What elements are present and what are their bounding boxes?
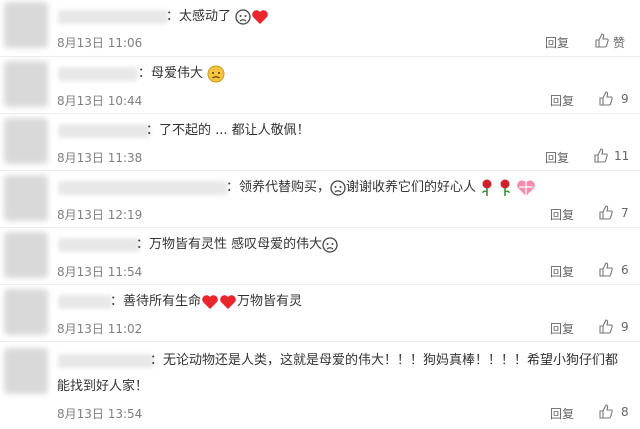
comment-body-2: 谢谢收养它们的好心人	[346, 180, 477, 195]
avatar[interactable]	[4, 2, 48, 48]
reply-button[interactable]: 回复	[550, 263, 574, 280]
comment-item: ：母爱伟大 8月13日 10:44 回复 9	[0, 57, 640, 114]
crying-face-icon	[235, 8, 251, 25]
comment-prefix: ：	[146, 123, 160, 138]
username[interactable]	[58, 124, 150, 138]
heart-icon	[252, 9, 268, 24]
avatar[interactable]	[4, 61, 48, 107]
gift-heart-icon	[517, 179, 536, 196]
rose-icon	[500, 179, 510, 196]
rose-icon	[482, 179, 492, 196]
like-icon[interactable]	[599, 319, 613, 334]
comment-body: 善待所有生命	[123, 294, 202, 309]
comment-text: ：了不起的 ... 都让人敬佩！	[146, 120, 310, 142]
reply-button[interactable]: 回复	[545, 149, 569, 166]
comment-item: ：善待所有生命 万物皆有灵 8月13日 11:02 回复 9	[0, 285, 640, 342]
comment-body: 了不起的 ... 都让人敬佩！	[159, 123, 310, 138]
comment-date: 8月13日 11:38	[57, 151, 143, 165]
username[interactable]	[58, 67, 138, 81]
comment-item: ：太感动了 8月13日 11:06 回复 赞	[0, 0, 640, 57]
like-icon[interactable]	[599, 91, 613, 106]
comment-date: 8月13日 13:54	[57, 407, 143, 421]
like-count[interactable]: 8	[621, 405, 629, 419]
comment-body-2: 万物皆有灵	[237, 294, 303, 309]
reply-button[interactable]: 回复	[550, 320, 574, 337]
like-count[interactable]: 11	[614, 149, 629, 163]
avatar[interactable]	[4, 289, 48, 335]
crying-face-icon	[330, 179, 346, 196]
comment-item: ：万物皆有灵性 感叹母爱的伟大 8月13日 11:54 回复 6	[0, 228, 640, 285]
reply-button[interactable]: 回复	[550, 92, 574, 109]
avatar[interactable]	[4, 348, 48, 394]
avatar[interactable]	[4, 118, 48, 164]
heart-icon	[220, 294, 236, 309]
comment-item: ：领养代替购买， 谢谢收养它们的好心人 8月13日 12:19 回复 7	[0, 171, 640, 228]
comment-prefix: ：	[110, 294, 124, 309]
comment-body: 领养代替购买，	[239, 180, 331, 195]
comment-prefix: ：	[150, 353, 164, 368]
comment-prefix: ：	[138, 66, 152, 81]
like-icon[interactable]	[599, 205, 613, 220]
sad-face-icon	[207, 65, 225, 82]
comment-prefix: ：	[136, 237, 150, 252]
comment-body: 万物皆有灵性 感叹母爱的伟大	[149, 237, 323, 252]
comment-text: ：万物皆有灵性 感叹母爱的伟大	[136, 234, 338, 256]
like-count[interactable]: 6	[621, 263, 629, 277]
like-icon[interactable]	[599, 262, 613, 277]
like-icon[interactable]	[599, 404, 613, 419]
comment-text: ：母爱伟大	[138, 63, 225, 85]
comment-date: 8月13日 12:19	[57, 208, 143, 222]
reply-button[interactable]: 回复	[545, 34, 569, 51]
reply-button[interactable]: 回复	[550, 405, 574, 422]
comment-body: 无论动物还是人类，这就是母爱的伟大！！！狗妈真棒！！！！希望小狗仔们都	[163, 353, 619, 368]
crying-face-icon	[322, 236, 338, 253]
comment-text: ：无论动物还是人类，这就是母爱的伟大！！！狗妈真棒！！！！希望小狗仔们都	[150, 350, 618, 372]
like-count[interactable]: 7	[621, 206, 629, 220]
comment-date: 8月13日 11:06	[57, 36, 143, 50]
comment-text: ：善待所有生命 万物皆有灵	[110, 291, 302, 313]
username[interactable]	[58, 181, 228, 195]
username[interactable]	[58, 10, 168, 24]
like-count[interactable]: 9	[621, 320, 629, 334]
comment-prefix: ：	[226, 180, 240, 195]
username[interactable]	[58, 238, 140, 252]
comment-date: 8月13日 10:44	[57, 94, 143, 108]
avatar[interactable]	[4, 232, 48, 278]
like-count[interactable]: 9	[621, 92, 629, 106]
comment-prefix: ：	[166, 9, 180, 24]
comment-text-line2: 能找到好人家！	[57, 376, 148, 398]
like-icon[interactable]	[594, 148, 608, 163]
comment-item: ：了不起的 ... 都让人敬佩！ 8月13日 11:38 回复 11	[0, 114, 640, 171]
comment-item: ：无论动物还是人类，这就是母爱的伟大！！！狗妈真棒！！！！希望小狗仔们都 能找到…	[0, 342, 640, 429]
comment-body: 母爱伟大	[151, 66, 204, 81]
avatar[interactable]	[4, 175, 48, 221]
like-count[interactable]: 赞	[613, 34, 625, 51]
comment-body: 太感动了	[179, 9, 232, 24]
username[interactable]	[58, 295, 112, 309]
heart-icon	[202, 294, 218, 309]
like-icon[interactable]	[595, 33, 609, 48]
username[interactable]	[58, 354, 154, 368]
reply-button[interactable]: 回复	[550, 206, 574, 223]
comment-date: 8月13日 11:02	[57, 322, 143, 336]
comment-text: ：太感动了	[166, 6, 269, 28]
comment-text: ：领养代替购买， 谢谢收养它们的好心人	[226, 177, 536, 199]
comment-date: 8月13日 11:54	[57, 265, 143, 279]
comment-body-2: 能找到好人家！	[57, 379, 149, 394]
